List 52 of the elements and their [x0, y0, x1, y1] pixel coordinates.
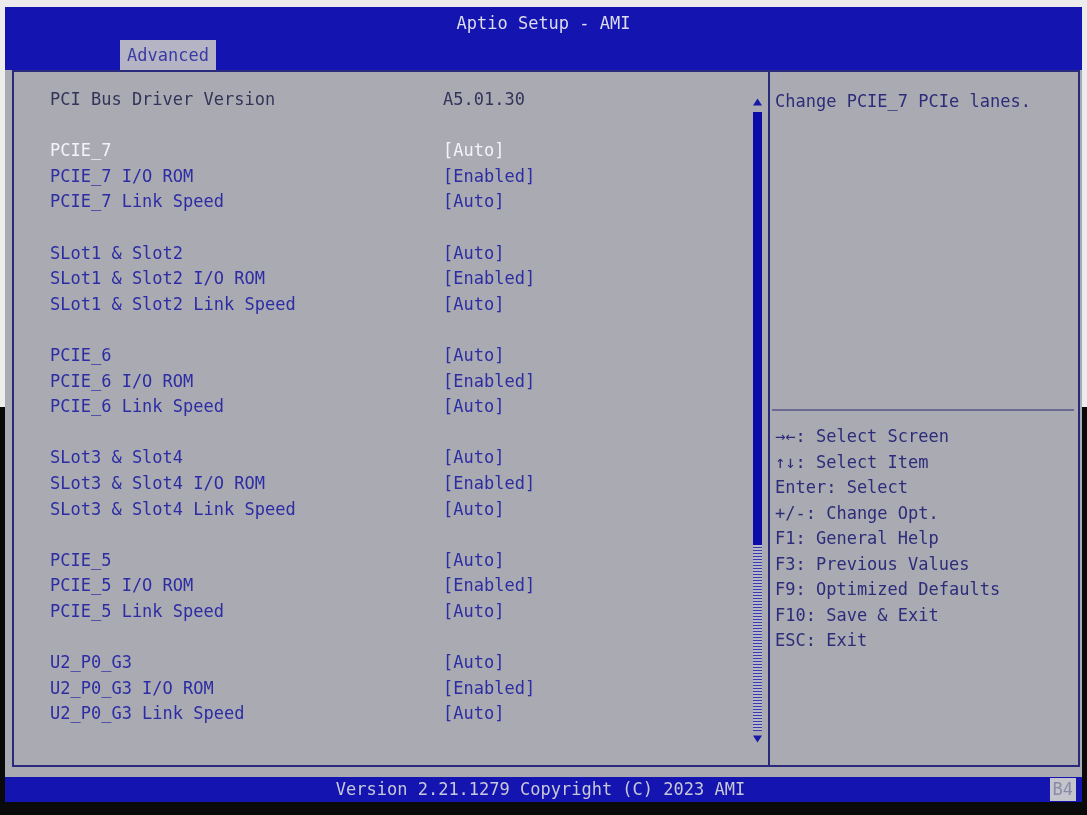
- window-title: Aptio Setup - AMI: [456, 12, 631, 35]
- setting-label[interactable]: PCIE_6: [50, 343, 443, 369]
- setting-label[interactable]: PCIE_5 I/O ROM: [50, 573, 443, 599]
- setting-value: A5.01.30: [443, 88, 525, 112]
- setting-value[interactable]: [Auto]: [443, 547, 505, 574]
- setting-label[interactable]: PCIE_6 I/O ROM: [50, 368, 443, 395]
- setting-label[interactable]: PCIE_7 Link Speed: [50, 189, 443, 215]
- setting-value[interactable]: [Auto]: [443, 291, 505, 318]
- setting-value[interactable]: [Enabled]: [443, 573, 536, 599]
- setting-label[interactable]: U2_P0_G3 I/O ROM: [50, 675, 443, 702]
- post-code: B4: [1049, 778, 1076, 801]
- setting-value[interactable]: [Auto]: [443, 189, 505, 215]
- setting-label[interactable]: SLot1 & Slot2: [50, 240, 443, 267]
- key-hint: F9: Optimized Defaults: [775, 578, 1002, 601]
- setting-value[interactable]: [Auto]: [443, 496, 505, 523]
- key-hint: +/-: Change Opt.: [775, 501, 940, 525]
- key-hint: ESC: Exit: [775, 629, 869, 652]
- scroll-up-icon: [753, 98, 762, 106]
- key-hint: ↑↓: Select Item: [775, 450, 930, 474]
- setting-label: PCI Bus Driver Version: [50, 88, 277, 112]
- key-hint: F10: Save & Exit: [775, 603, 940, 627]
- setting-value[interactable]: [Enabled]: [443, 368, 536, 395]
- version-text: Version 2.21.1279 Copyright (C) 2023 AMI: [335, 778, 746, 801]
- setting-value[interactable]: [Enabled]: [443, 266, 536, 292]
- setting-label[interactable]: SLot3 & Slot4 I/O ROM: [50, 470, 443, 497]
- setting-label[interactable]: PCIE_7 I/O ROM: [50, 163, 443, 190]
- scroll-down-icon: [753, 735, 762, 743]
- setting-value[interactable]: [Enabled]: [443, 470, 536, 497]
- setting-value[interactable]: [Auto]: [443, 343, 505, 369]
- setting-value[interactable]: [Auto]: [443, 701, 505, 727]
- setting-value[interactable]: [Auto]: [443, 598, 505, 625]
- setting-value[interactable]: [Auto]: [443, 240, 505, 267]
- setting-label[interactable]: SLot1 & Slot2 Link Speed: [50, 291, 443, 318]
- setting-label[interactable]: SLot3 & Slot4 Link Speed: [50, 496, 443, 523]
- key-hint: →←: Select Screen: [775, 425, 950, 448]
- setting-label[interactable]: SLot1 & Slot2 I/O ROM: [50, 266, 443, 292]
- setting-value[interactable]: [Enabled]: [443, 675, 536, 702]
- tab[interactable]: Advanced: [120, 40, 216, 70]
- setting-label[interactable]: SLot3 & Slot4: [50, 445, 443, 471]
- setting-label[interactable]: U2_P0_G3 Link Speed: [50, 701, 443, 727]
- key-hint: F1: General Help: [775, 527, 940, 550]
- key-hint: F3: Previous Values: [775, 552, 971, 576]
- setting-value[interactable]: [Enabled]: [443, 163, 536, 190]
- key-hint: Enter: Select: [775, 476, 910, 499]
- setting-label[interactable]: U2_P0_G3: [50, 650, 443, 676]
- setting-value[interactable]: [Auto]: [443, 394, 505, 420]
- setting-label[interactable]: PCIE_6 Link Speed: [50, 394, 443, 420]
- setting-label[interactable]: PCIE_5 Link Speed: [50, 598, 443, 625]
- setting-label[interactable]: PCIE_5: [50, 547, 443, 574]
- setting-value[interactable]: [Auto]: [443, 650, 505, 676]
- help-description: Change PCIE_7 PCIe lanes.: [775, 91, 1031, 111]
- setting-value[interactable]: [Auto]: [443, 445, 505, 471]
